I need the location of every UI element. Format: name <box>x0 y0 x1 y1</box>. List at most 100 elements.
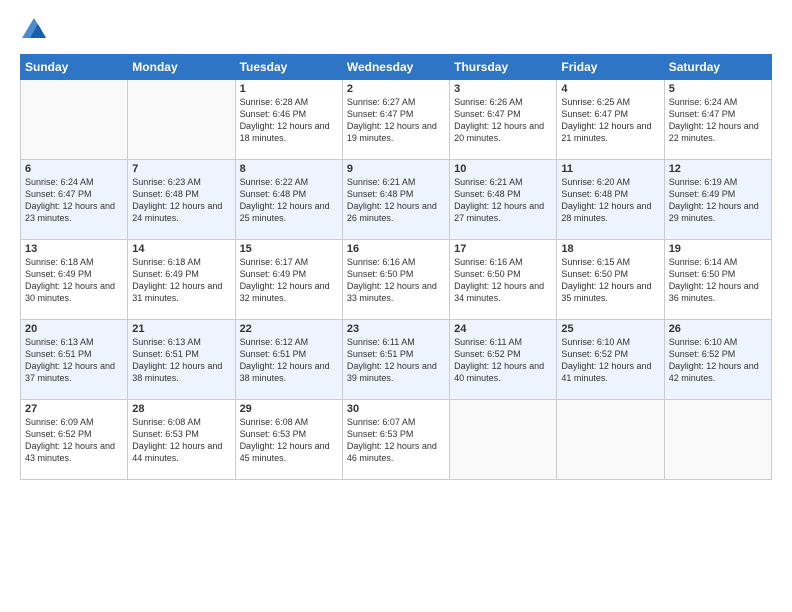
day-info: Sunrise: 6:11 AMSunset: 6:52 PMDaylight:… <box>454 336 552 385</box>
day-number: 3 <box>454 83 552 95</box>
logo <box>20 16 52 44</box>
header-row: SundayMondayTuesdayWednesdayThursdayFrid… <box>21 55 772 80</box>
day-number: 9 <box>347 163 445 175</box>
day-info: Sunrise: 6:10 AMSunset: 6:52 PMDaylight:… <box>561 336 659 385</box>
day-header-thursday: Thursday <box>450 55 557 80</box>
calendar-header: SundayMondayTuesdayWednesdayThursdayFrid… <box>21 55 772 80</box>
calendar-table: SundayMondayTuesdayWednesdayThursdayFrid… <box>20 54 772 480</box>
day-number: 14 <box>132 243 230 255</box>
day-cell: 7Sunrise: 6:23 AMSunset: 6:48 PMDaylight… <box>128 160 235 240</box>
day-cell: 18Sunrise: 6:15 AMSunset: 6:50 PMDayligh… <box>557 240 664 320</box>
day-header-friday: Friday <box>557 55 664 80</box>
week-row-3: 13Sunrise: 6:18 AMSunset: 6:49 PMDayligh… <box>21 240 772 320</box>
day-info: Sunrise: 6:12 AMSunset: 6:51 PMDaylight:… <box>240 336 338 385</box>
day-number: 21 <box>132 323 230 335</box>
day-info: Sunrise: 6:20 AMSunset: 6:48 PMDaylight:… <box>561 176 659 225</box>
day-cell: 14Sunrise: 6:18 AMSunset: 6:49 PMDayligh… <box>128 240 235 320</box>
day-cell: 29Sunrise: 6:08 AMSunset: 6:53 PMDayligh… <box>235 400 342 480</box>
header <box>20 16 772 44</box>
day-info: Sunrise: 6:15 AMSunset: 6:50 PMDaylight:… <box>561 256 659 305</box>
day-cell <box>664 400 771 480</box>
day-info: Sunrise: 6:16 AMSunset: 6:50 PMDaylight:… <box>454 256 552 305</box>
day-number: 12 <box>669 163 767 175</box>
day-number: 27 <box>25 403 123 415</box>
day-cell: 17Sunrise: 6:16 AMSunset: 6:50 PMDayligh… <box>450 240 557 320</box>
day-info: Sunrise: 6:24 AMSunset: 6:47 PMDaylight:… <box>25 176 123 225</box>
day-number: 22 <box>240 323 338 335</box>
day-number: 4 <box>561 83 659 95</box>
day-number: 1 <box>240 83 338 95</box>
day-cell: 19Sunrise: 6:14 AMSunset: 6:50 PMDayligh… <box>664 240 771 320</box>
day-info: Sunrise: 6:28 AMSunset: 6:46 PMDaylight:… <box>240 96 338 145</box>
day-info: Sunrise: 6:26 AMSunset: 6:47 PMDaylight:… <box>454 96 552 145</box>
day-header-tuesday: Tuesday <box>235 55 342 80</box>
day-number: 25 <box>561 323 659 335</box>
day-info: Sunrise: 6:25 AMSunset: 6:47 PMDaylight:… <box>561 96 659 145</box>
day-info: Sunrise: 6:19 AMSunset: 6:49 PMDaylight:… <box>669 176 767 225</box>
day-info: Sunrise: 6:21 AMSunset: 6:48 PMDaylight:… <box>347 176 445 225</box>
day-number: 10 <box>454 163 552 175</box>
day-cell: 15Sunrise: 6:17 AMSunset: 6:49 PMDayligh… <box>235 240 342 320</box>
day-number: 18 <box>561 243 659 255</box>
day-cell: 20Sunrise: 6:13 AMSunset: 6:51 PMDayligh… <box>21 320 128 400</box>
day-cell: 26Sunrise: 6:10 AMSunset: 6:52 PMDayligh… <box>664 320 771 400</box>
day-number: 5 <box>669 83 767 95</box>
day-number: 29 <box>240 403 338 415</box>
day-cell: 4Sunrise: 6:25 AMSunset: 6:47 PMDaylight… <box>557 80 664 160</box>
day-cell: 11Sunrise: 6:20 AMSunset: 6:48 PMDayligh… <box>557 160 664 240</box>
day-cell: 22Sunrise: 6:12 AMSunset: 6:51 PMDayligh… <box>235 320 342 400</box>
day-cell: 10Sunrise: 6:21 AMSunset: 6:48 PMDayligh… <box>450 160 557 240</box>
day-header-monday: Monday <box>128 55 235 80</box>
day-number: 20 <box>25 323 123 335</box>
day-cell <box>128 80 235 160</box>
day-cell: 6Sunrise: 6:24 AMSunset: 6:47 PMDaylight… <box>21 160 128 240</box>
day-info: Sunrise: 6:08 AMSunset: 6:53 PMDaylight:… <box>132 416 230 465</box>
day-cell: 24Sunrise: 6:11 AMSunset: 6:52 PMDayligh… <box>450 320 557 400</box>
day-number: 6 <box>25 163 123 175</box>
day-cell: 25Sunrise: 6:10 AMSunset: 6:52 PMDayligh… <box>557 320 664 400</box>
day-info: Sunrise: 6:24 AMSunset: 6:47 PMDaylight:… <box>669 96 767 145</box>
day-number: 17 <box>454 243 552 255</box>
calendar-page: SundayMondayTuesdayWednesdayThursdayFrid… <box>0 0 792 612</box>
day-number: 8 <box>240 163 338 175</box>
day-info: Sunrise: 6:17 AMSunset: 6:49 PMDaylight:… <box>240 256 338 305</box>
day-info: Sunrise: 6:21 AMSunset: 6:48 PMDaylight:… <box>454 176 552 225</box>
day-number: 30 <box>347 403 445 415</box>
day-info: Sunrise: 6:18 AMSunset: 6:49 PMDaylight:… <box>132 256 230 305</box>
day-cell: 21Sunrise: 6:13 AMSunset: 6:51 PMDayligh… <box>128 320 235 400</box>
day-number: 7 <box>132 163 230 175</box>
week-row-2: 6Sunrise: 6:24 AMSunset: 6:47 PMDaylight… <box>21 160 772 240</box>
day-info: Sunrise: 6:08 AMSunset: 6:53 PMDaylight:… <box>240 416 338 465</box>
day-info: Sunrise: 6:22 AMSunset: 6:48 PMDaylight:… <box>240 176 338 225</box>
day-info: Sunrise: 6:13 AMSunset: 6:51 PMDaylight:… <box>25 336 123 385</box>
day-header-saturday: Saturday <box>664 55 771 80</box>
day-info: Sunrise: 6:23 AMSunset: 6:48 PMDaylight:… <box>132 176 230 225</box>
day-cell: 27Sunrise: 6:09 AMSunset: 6:52 PMDayligh… <box>21 400 128 480</box>
day-header-sunday: Sunday <box>21 55 128 80</box>
week-row-5: 27Sunrise: 6:09 AMSunset: 6:52 PMDayligh… <box>21 400 772 480</box>
day-number: 13 <box>25 243 123 255</box>
week-row-1: 1Sunrise: 6:28 AMSunset: 6:46 PMDaylight… <box>21 80 772 160</box>
day-cell: 30Sunrise: 6:07 AMSunset: 6:53 PMDayligh… <box>342 400 449 480</box>
day-cell: 8Sunrise: 6:22 AMSunset: 6:48 PMDaylight… <box>235 160 342 240</box>
logo-icon <box>20 16 48 44</box>
day-number: 24 <box>454 323 552 335</box>
day-info: Sunrise: 6:11 AMSunset: 6:51 PMDaylight:… <box>347 336 445 385</box>
day-cell: 9Sunrise: 6:21 AMSunset: 6:48 PMDaylight… <box>342 160 449 240</box>
day-info: Sunrise: 6:27 AMSunset: 6:47 PMDaylight:… <box>347 96 445 145</box>
day-number: 2 <box>347 83 445 95</box>
calendar-body: 1Sunrise: 6:28 AMSunset: 6:46 PMDaylight… <box>21 80 772 480</box>
week-row-4: 20Sunrise: 6:13 AMSunset: 6:51 PMDayligh… <box>21 320 772 400</box>
day-cell <box>21 80 128 160</box>
day-info: Sunrise: 6:07 AMSunset: 6:53 PMDaylight:… <box>347 416 445 465</box>
day-number: 15 <box>240 243 338 255</box>
day-info: Sunrise: 6:10 AMSunset: 6:52 PMDaylight:… <box>669 336 767 385</box>
day-header-wednesday: Wednesday <box>342 55 449 80</box>
day-info: Sunrise: 6:16 AMSunset: 6:50 PMDaylight:… <box>347 256 445 305</box>
day-number: 23 <box>347 323 445 335</box>
day-number: 11 <box>561 163 659 175</box>
day-cell: 3Sunrise: 6:26 AMSunset: 6:47 PMDaylight… <box>450 80 557 160</box>
day-cell <box>557 400 664 480</box>
day-info: Sunrise: 6:18 AMSunset: 6:49 PMDaylight:… <box>25 256 123 305</box>
day-cell: 23Sunrise: 6:11 AMSunset: 6:51 PMDayligh… <box>342 320 449 400</box>
